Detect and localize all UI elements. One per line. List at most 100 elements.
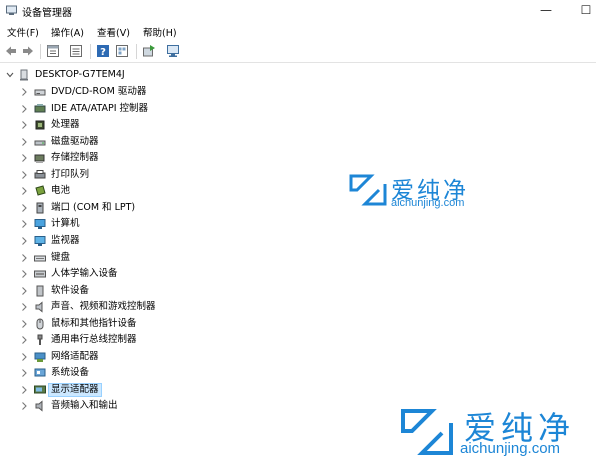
tree-item[interactable]: 软件设备 [0, 283, 560, 299]
toolbar-separator [90, 44, 91, 59]
hid-icon [34, 270, 46, 278]
chevron-right-icon[interactable] [20, 236, 28, 246]
watermark-logo-icon [349, 174, 387, 206]
chevron-right-icon[interactable] [20, 137, 28, 147]
tree-item-label: 软件设备 [51, 285, 90, 296]
window-title: 设备管理器 [22, 8, 72, 19]
chevron-right-icon[interactable] [20, 352, 28, 362]
svg-text:?: ? [100, 47, 106, 58]
minimize-button[interactable]: — [536, 2, 556, 18]
tree-item[interactable]: 网络适配器 [0, 349, 560, 365]
device-manager-app-icon [6, 5, 17, 15]
watermark-url: aichunjing.com [391, 197, 465, 209]
chevron-right-icon[interactable] [20, 87, 28, 97]
chevron-right-icon[interactable] [20, 319, 28, 329]
chevron-right-icon[interactable] [20, 286, 28, 296]
chevron-right-icon[interactable] [20, 203, 28, 213]
chevron-right-icon[interactable] [20, 186, 28, 196]
title-bar: 设备管理器 — ☐ [0, 0, 596, 22]
tree-item[interactable]: 系统设备 [0, 365, 560, 381]
display-adapter-icon [34, 385, 46, 394]
tree-item-label: 显示适配器 [48, 383, 102, 397]
tree-item[interactable]: 磁盘驱动器 [0, 134, 560, 150]
chevron-down-icon[interactable] [6, 70, 14, 80]
watermark-logo-icon [401, 409, 453, 455]
tree-item[interactable]: 通用串行总线控制器 [0, 332, 560, 348]
tree-item[interactable]: 声音、视频和游戏控制器 [0, 299, 560, 315]
device-manager-window: 设备管理器 — ☐ 文件(F) 操作(A) 查看(V) 帮助(H) ? DESK… [0, 0, 596, 462]
chevron-right-icon[interactable] [20, 368, 28, 378]
battery-icon [35, 185, 46, 196]
chevron-right-icon[interactable] [20, 385, 28, 395]
chevron-right-icon[interactable] [20, 170, 28, 180]
tree-item[interactable]: DVD/CD-ROM 驱动器 [0, 84, 560, 100]
back-arrow-icon[interactable] [4, 44, 18, 58]
tree-item[interactable]: 人体学输入设备 [0, 266, 560, 282]
tree-item-label: 通用串行总线控制器 [51, 334, 137, 345]
tree-item[interactable]: 存储控制器 [0, 150, 560, 166]
tree-item-label: 处理器 [51, 119, 80, 130]
storage-controller-icon [34, 154, 45, 163]
help-icon[interactable]: ? [96, 44, 110, 58]
forward-arrow-icon[interactable] [21, 44, 35, 58]
scan-hardware-icon[interactable] [166, 44, 180, 58]
tree-root[interactable]: DESKTOP-G7TEM4J [0, 67, 560, 83]
tree-item-label: DVD/CD-ROM 驱动器 [51, 86, 147, 97]
tree-item-label: 声音、视频和游戏控制器 [51, 301, 156, 312]
menu-file[interactable]: 文件(F) [7, 25, 39, 39]
tree-item[interactable]: 键盘 [0, 250, 560, 266]
tree-item[interactable]: IDE ATA/ATAPI 控制器 [0, 101, 560, 117]
tree-item-label: 网络适配器 [51, 351, 99, 362]
device-view-icon[interactable] [115, 44, 129, 58]
chevron-right-icon[interactable] [20, 335, 28, 345]
tree-item[interactable]: 鼠标和其他指针设备 [0, 316, 560, 332]
tree-item[interactable]: 监视器 [0, 233, 560, 249]
system-device-icon [34, 368, 46, 377]
audio-io-icon [35, 400, 43, 412]
tree-item-label: 音频输入和输出 [51, 400, 118, 411]
software-device-icon [36, 285, 44, 297]
properties-icon[interactable] [46, 44, 60, 58]
tree-item-label: 电池 [51, 185, 71, 196]
tree-item-label: 存储控制器 [51, 152, 99, 163]
tree-item[interactable]: 处理器 [0, 117, 560, 133]
toolbar-separator [136, 44, 137, 59]
tree-item-label: 键盘 [51, 252, 71, 263]
tree-item-label: 鼠标和其他指针设备 [51, 318, 137, 329]
network-adapter-icon [34, 352, 46, 362]
chevron-right-icon[interactable] [20, 269, 28, 279]
chevron-right-icon[interactable] [20, 253, 28, 263]
tree-item-label: 磁盘驱动器 [51, 136, 99, 147]
watermark-bottom: 爱纯净 aichunjing.com [398, 404, 594, 460]
tree-item-label: 监视器 [51, 235, 80, 246]
tree-item[interactable]: 计算机 [0, 216, 560, 232]
keyboard-icon [34, 255, 46, 262]
ide-controller-icon [34, 104, 46, 113]
monitor-icon [34, 236, 46, 246]
menu-bar: 文件(F) 操作(A) 查看(V) 帮助(H) [0, 22, 596, 40]
tree-item-label: 端口 (COM 和 LPT) [51, 202, 136, 213]
computer-icon [34, 219, 46, 229]
menu-action[interactable]: 操作(A) [51, 25, 84, 39]
update-driver-icon[interactable] [142, 44, 156, 58]
chevron-right-icon[interactable] [20, 401, 28, 411]
menu-view[interactable]: 查看(V) [97, 25, 130, 39]
maximize-button[interactable]: ☐ [576, 2, 596, 18]
tree-item-label: IDE ATA/ATAPI 控制器 [51, 103, 149, 114]
menu-help[interactable]: 帮助(H) [143, 25, 177, 39]
chevron-right-icon[interactable] [20, 104, 28, 114]
watermark-top: 爱纯净 aichunjing.com [347, 170, 487, 212]
chevron-right-icon[interactable] [20, 153, 28, 163]
tree-item-label: 打印队列 [51, 169, 90, 180]
tree-item[interactable]: 显示适配器 [0, 382, 560, 398]
chevron-right-icon[interactable] [20, 302, 28, 312]
tree-item-label: 系统设备 [51, 367, 90, 378]
processor-icon [35, 120, 45, 130]
disk-drive-icon [34, 140, 46, 146]
details-view-icon[interactable] [69, 44, 83, 58]
chevron-right-icon[interactable] [20, 219, 28, 229]
usb-icon [37, 334, 43, 345]
chevron-right-icon[interactable] [20, 120, 28, 130]
watermark-url: aichunjing.com [460, 440, 561, 457]
computer-root-icon [20, 69, 28, 81]
